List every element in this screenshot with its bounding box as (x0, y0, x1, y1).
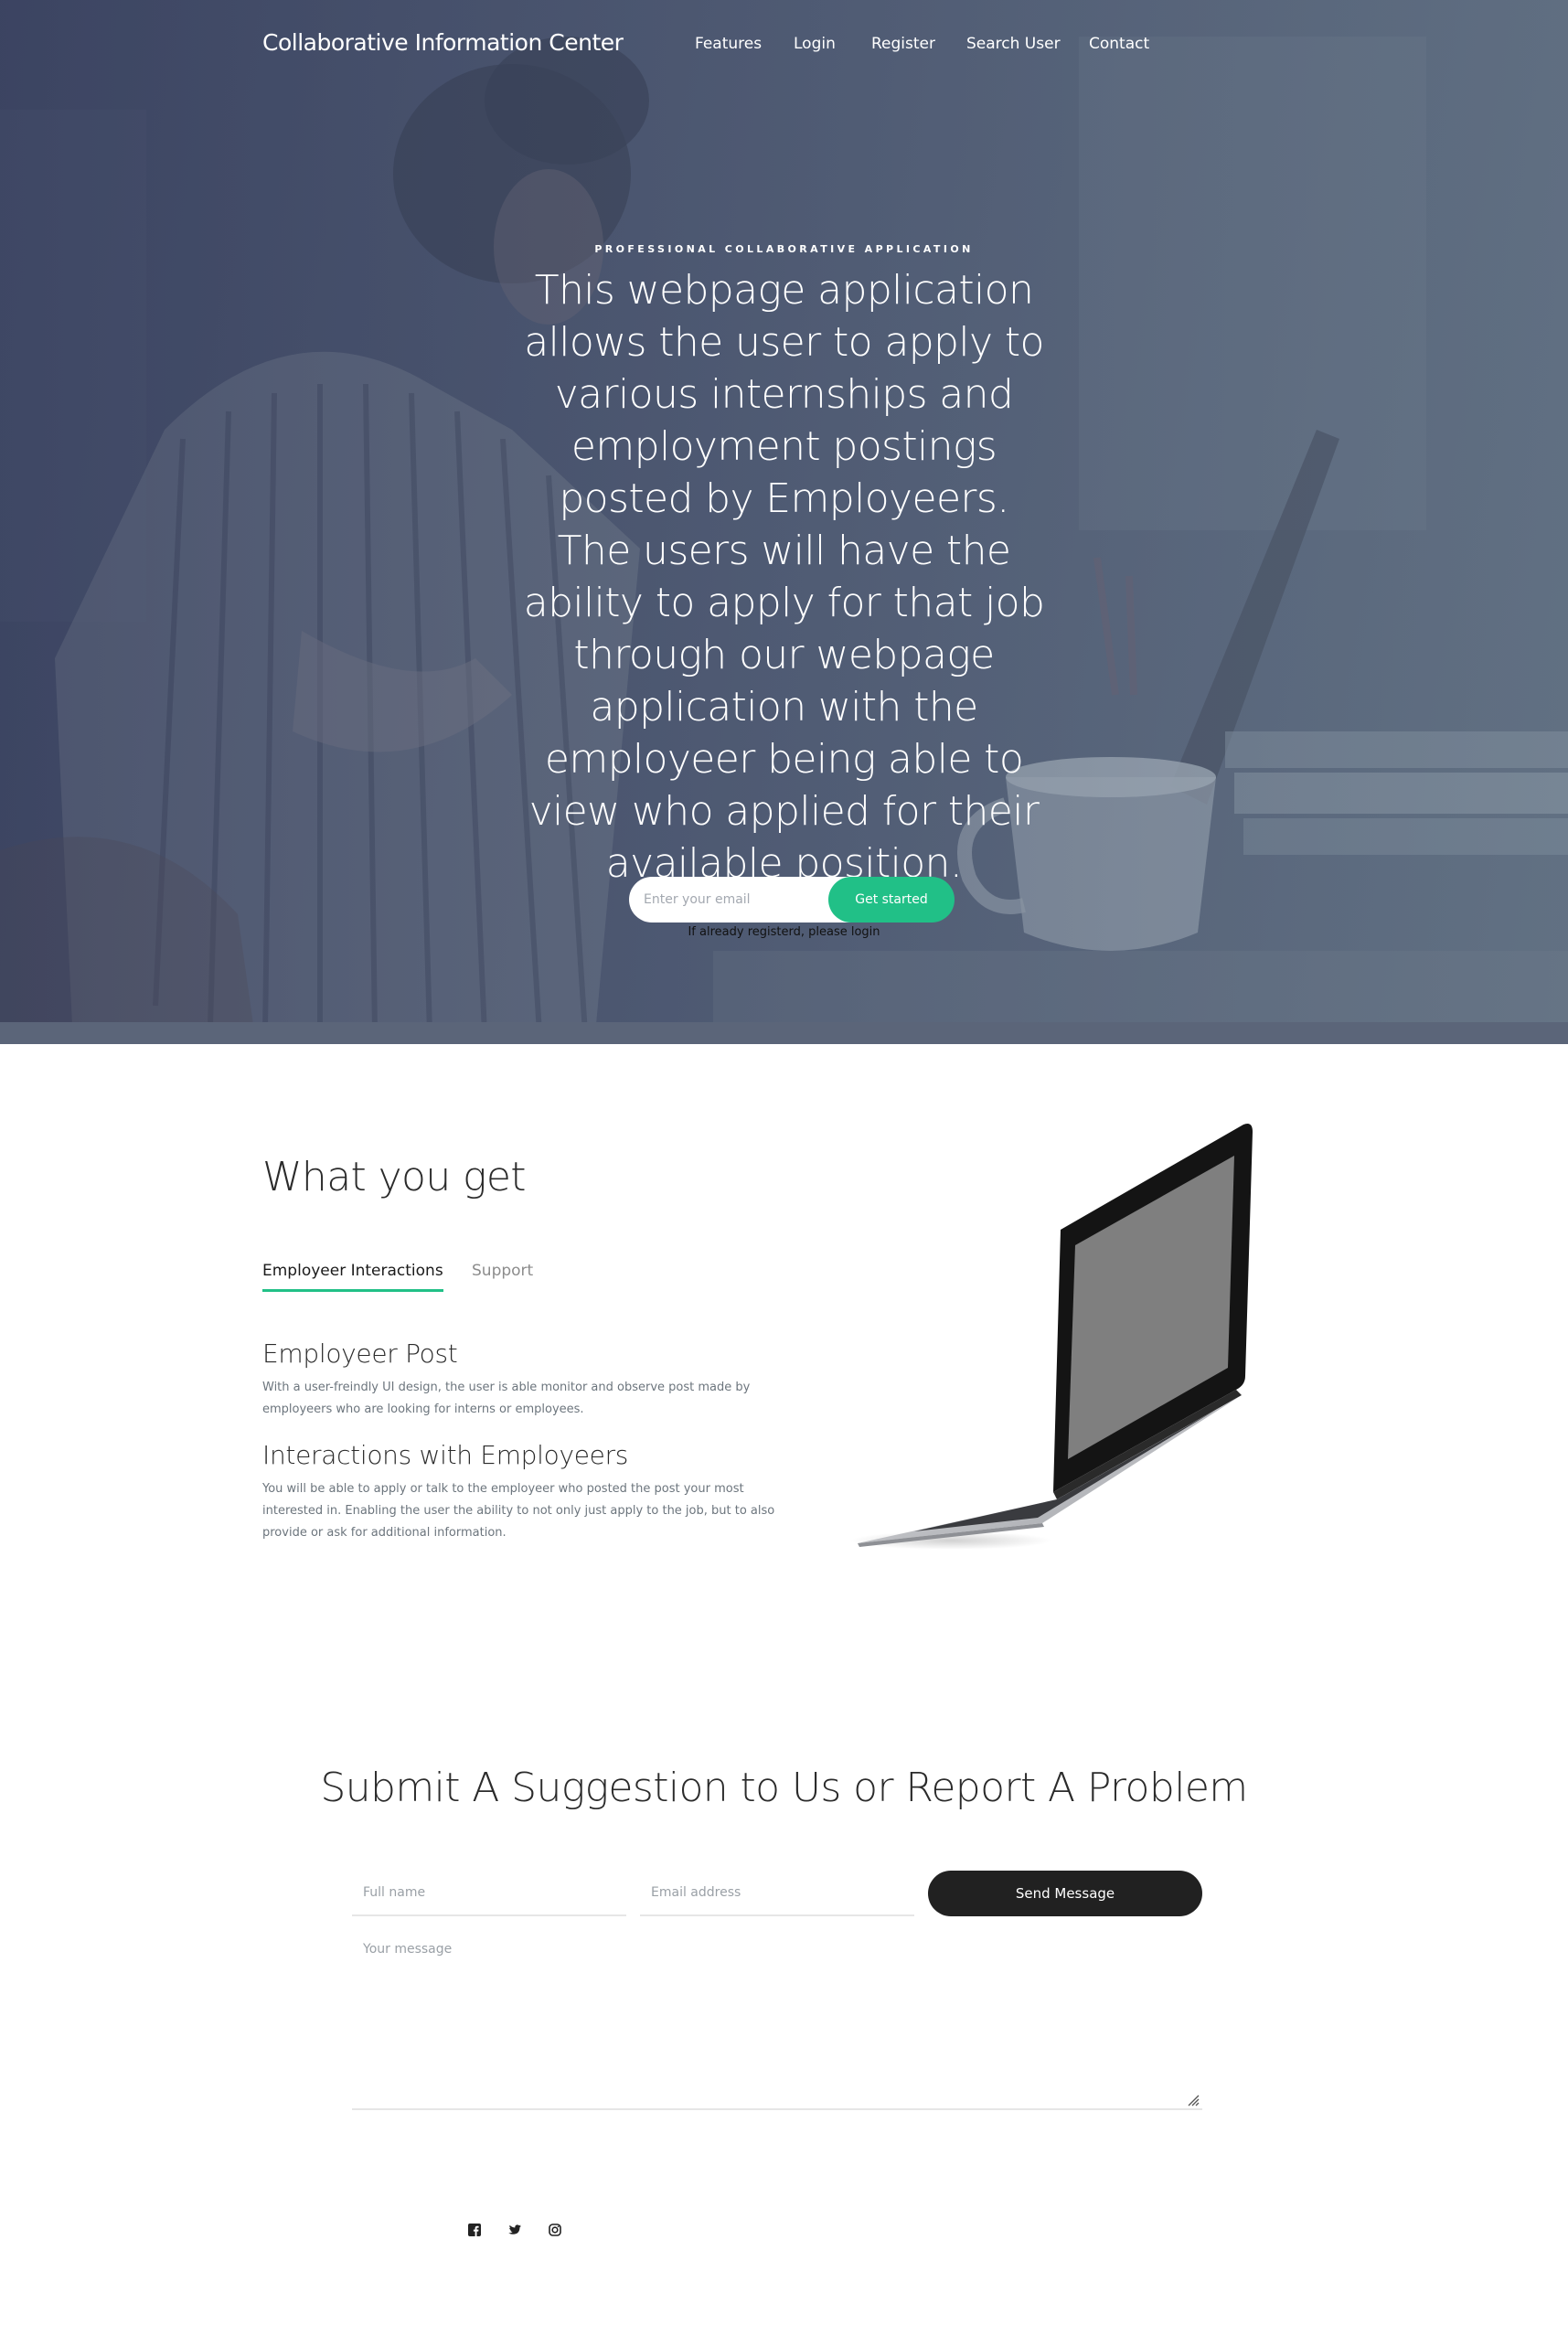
full-name-input[interactable] (352, 1871, 626, 1916)
brand-link[interactable]: Collaborative Information Center (262, 29, 624, 56)
send-message-button[interactable]: Send Message (928, 1871, 1202, 1916)
get-started-button[interactable]: Get started (828, 877, 955, 923)
nav-link-search-user[interactable]: Search User (966, 35, 1061, 53)
features-title: What you get (262, 1154, 527, 1200)
feature-title-interactions: Interactions with Employeers (262, 1440, 629, 1470)
contact-title: Submit A Suggestion to Us or Report A Pr… (320, 1765, 1248, 1811)
login-hint: If already registerd, please login (688, 925, 880, 939)
feature-title-employeer-post: Employeer Post (262, 1338, 458, 1369)
twitter-icon[interactable] (507, 2223, 522, 2237)
tab-support[interactable]: Support (472, 1262, 533, 1289)
navbar: Collaborative Information Center Feature… (0, 0, 1568, 91)
hero-section: Collaborative Information Center Feature… (0, 0, 1568, 1044)
feature-text-interactions: You will be able to apply or talk to the… (262, 1482, 775, 1540)
nav-link-login[interactable]: Login (794, 35, 836, 53)
hero-bottom-strip (0, 1022, 1568, 1044)
laptop-image (850, 1124, 1253, 1550)
nav-link-register[interactable]: Register (871, 35, 935, 53)
hero-kicker: PROFESSIONAL COLLABORATIVE APPLICATION (594, 243, 974, 255)
signup-email-input[interactable] (629, 877, 858, 923)
email-address-input[interactable] (640, 1871, 914, 1916)
feature-text-employeer-post: With a user-freindly UI design, the user… (262, 1381, 751, 1416)
nav-link-contact[interactable]: Contact (1089, 35, 1149, 53)
instagram-icon[interactable] (548, 2223, 562, 2237)
signup-form: Get started (629, 877, 955, 923)
resize-handle-icon[interactable] (1187, 2094, 1200, 2106)
facebook-icon[interactable] (467, 2223, 482, 2237)
hero-heading: This webpage application allows the user… (523, 267, 1045, 887)
tab-employeer-interactions[interactable]: Employeer Interactions (262, 1262, 443, 1292)
nav-link-features[interactable]: Features (695, 35, 762, 53)
message-textarea[interactable] (352, 1931, 1202, 2110)
